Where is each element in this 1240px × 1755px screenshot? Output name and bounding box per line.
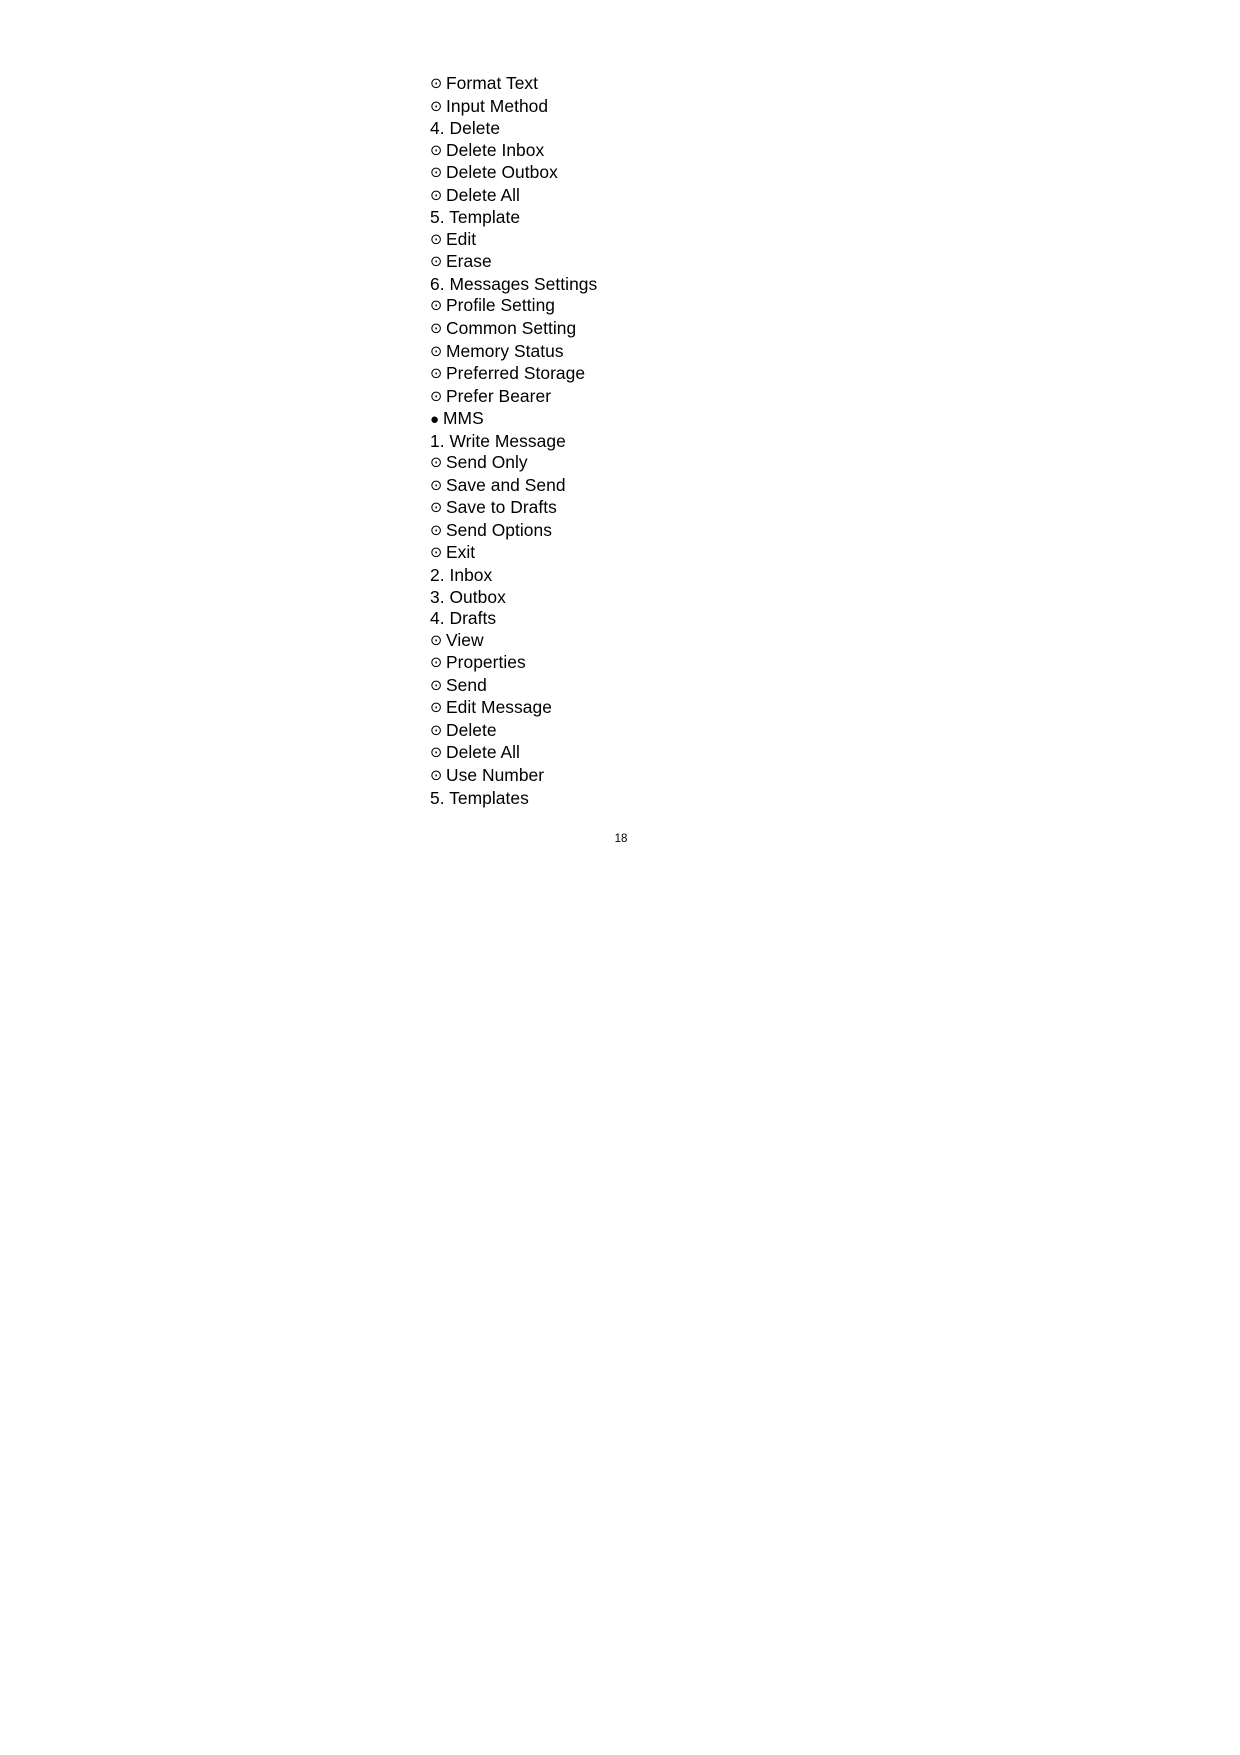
menu-item-label: Erase: [446, 251, 492, 272]
circled-dot-bullet-icon: ⊙: [430, 298, 443, 315]
menu-item-label: Memory Status: [446, 340, 564, 361]
circled-dot-bullet-icon: ⊙: [430, 545, 443, 562]
menu-item-label: Delete: [446, 719, 497, 740]
menu-item-label: 5. Templates: [430, 787, 529, 808]
menu-section-header: ● MMS: [430, 408, 1130, 431]
menu-list-item: ⊙ Edit: [430, 229, 1130, 252]
circled-dot-bullet-icon: ⊙: [430, 722, 443, 739]
menu-list-item: ⊙ Prefer Bearer: [430, 386, 1130, 409]
menu-list-item: 5. Template: [430, 207, 1130, 229]
circled-dot-bullet-icon: ⊙: [430, 767, 443, 784]
menu-list-item: 6. Messages Settings: [430, 274, 1130, 296]
menu-list-item: ⊙ Send: [430, 675, 1130, 698]
document-page: ⊙ Format Text ⊙ Input Method 4. Delete ⊙ Delet…: [0, 0, 1240, 1755]
menu-list-item: ⊙ Input Method: [430, 96, 1130, 119]
menu-item-label: Exit: [446, 542, 476, 563]
filled-bullet-icon: ●: [430, 411, 440, 429]
menu-list-item: ⊙ Erase: [430, 251, 1130, 274]
circled-dot-bullet-icon: ⊙: [430, 142, 443, 159]
circled-dot-bullet-icon: ⊙: [430, 745, 443, 762]
circled-dot-bullet-icon: ⊙: [430, 455, 443, 472]
menu-item-label: Preferred Storage: [446, 363, 586, 384]
menu-list-item: ⊙ Common Setting: [430, 318, 1130, 341]
menu-item-label: Delete All: [446, 742, 520, 763]
menu-list-item: 1. Write Message: [430, 431, 1130, 453]
circled-dot-bullet-icon: ⊙: [430, 366, 443, 383]
menu-list-item: ⊙ Delete: [430, 720, 1130, 743]
menu-list-item: ⊙ Format Text: [430, 73, 1130, 96]
circled-dot-bullet-icon: ⊙: [430, 655, 443, 672]
circled-dot-bullet-icon: ⊙: [430, 700, 443, 717]
menu-list-item: ⊙ View: [430, 630, 1130, 653]
menu-item-label: Edit: [446, 228, 477, 249]
circled-dot-bullet-icon: ⊙: [430, 632, 443, 649]
menu-item-label: Send Only: [446, 452, 528, 473]
menu-item-label: Edit Message: [446, 697, 552, 718]
circled-dot-bullet-icon: ⊙: [430, 321, 443, 338]
menu-item-label: Send: [446, 674, 487, 695]
menu-item-label: Use Number: [446, 764, 545, 785]
menu-list-item: ⊙ Edit Message: [430, 697, 1130, 720]
menu-list-item: 4. Drafts: [430, 608, 1130, 630]
menu-list-item: ⊙ Save and Send: [430, 475, 1130, 498]
menu-item-label: 1. Write Message: [430, 430, 566, 451]
menu-list-item: ⊙ Delete All: [430, 742, 1130, 765]
menu-list-item: 3. Outbox: [430, 587, 1130, 609]
menu-item-label: Send Options: [446, 519, 552, 540]
circled-dot-bullet-icon: ⊙: [430, 677, 443, 694]
menu-list-item: ⊙ Properties: [430, 652, 1130, 675]
menu-list-item: ⊙ Memory Status: [430, 341, 1130, 364]
page-number-footer: 18: [0, 832, 1240, 846]
menu-item-label: Save and Send: [446, 474, 566, 495]
menu-item-label: Profile Setting: [446, 295, 556, 316]
menu-item-label: View: [446, 629, 484, 650]
menu-list-item: ⊙ Use Number: [430, 765, 1130, 788]
menu-item-label: 4. Drafts: [430, 608, 497, 629]
circled-dot-bullet-icon: ⊙: [430, 187, 443, 204]
menu-item-label: Delete All: [446, 184, 520, 205]
circled-dot-bullet-icon: ⊙: [430, 98, 443, 115]
menu-item-label: Common Setting: [446, 318, 577, 339]
menu-list-item: ⊙ Save to Drafts: [430, 497, 1130, 520]
menu-item-label: 5. Template: [430, 207, 521, 228]
menu-item-label: Prefer Bearer: [446, 385, 552, 406]
menu-item-label: 6. Messages Settings: [430, 273, 598, 294]
menu-item-label: Delete Inbox: [446, 139, 545, 160]
circled-dot-bullet-icon: ⊙: [430, 231, 443, 248]
circled-dot-bullet-icon: ⊙: [430, 343, 443, 360]
menu-list-item: ⊙ Send Only: [430, 452, 1130, 475]
menu-item-label: Format Text: [446, 73, 539, 93]
menu-list-item: ⊙ Profile Setting: [430, 295, 1130, 318]
menu-item-label: Delete Outbox: [446, 162, 558, 183]
menu-list-item: 4. Delete: [430, 118, 1130, 140]
menu-item-label: 2. Inbox: [430, 565, 493, 586]
menu-list-item: ⊙ Delete All: [430, 185, 1130, 208]
menu-list-item: 5. Templates: [430, 788, 1130, 810]
circled-dot-bullet-icon: ⊙: [430, 388, 443, 405]
circled-dot-bullet-icon: ⊙: [430, 522, 443, 539]
circled-dot-bullet-icon: ⊙: [430, 500, 443, 517]
menu-item-label: MMS: [443, 408, 484, 429]
menu-item-label: 3. Outbox: [430, 586, 506, 607]
menu-list-item: ⊙ Exit: [430, 542, 1130, 565]
circled-dot-bullet-icon: ⊙: [430, 254, 443, 271]
menu-list-item: ⊙ Delete Outbox: [430, 162, 1130, 185]
circled-dot-bullet-icon: ⊙: [430, 76, 443, 92]
page-number-value: 18: [614, 833, 628, 845]
menu-list-item: ⊙ Delete Inbox: [430, 140, 1130, 163]
menu-item-label: Properties: [446, 652, 526, 673]
menu-item-label: Input Method: [446, 95, 549, 116]
menu-list-item: ⊙ Send Options: [430, 520, 1130, 543]
circled-dot-bullet-icon: ⊙: [430, 165, 443, 182]
menu-list-item: ⊙ Preferred Storage: [430, 363, 1130, 386]
menu-list-item: 2. Inbox: [430, 565, 1130, 587]
menu-item-label: 4. Delete: [430, 118, 501, 139]
menu-outline-list: ⊙ Format Text ⊙ Input Method 4. Delete ⊙ Delet…: [430, 73, 1130, 809]
circled-dot-bullet-icon: ⊙: [430, 477, 443, 494]
menu-item-label: Save to Drafts: [446, 497, 557, 518]
